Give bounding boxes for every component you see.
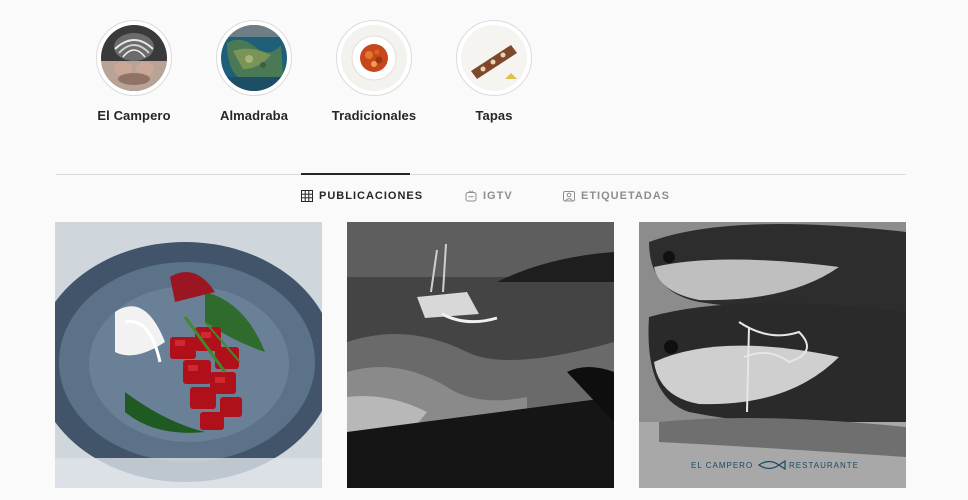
- active-tab-indicator: [301, 173, 410, 175]
- tab-label: IGTV: [483, 190, 513, 202]
- highlight-tapas[interactable]: Tapas: [434, 20, 554, 123]
- story-highlights: El Campero Almadraba Tradicionales Tapas: [0, 0, 968, 140]
- highlight-ring: [216, 20, 292, 96]
- tab-publicaciones[interactable]: PUBLICACIONES: [301, 190, 423, 202]
- post-tuna-tartare[interactable]: [55, 222, 322, 488]
- highlight-label: Tapas: [475, 108, 513, 123]
- tuna-tartare-bowl-photo: [55, 222, 322, 488]
- post-bluefin-tuna[interactable]: EL CAMPERO RESTAURANTE: [639, 222, 906, 488]
- highlight-label: El Campero: [97, 108, 171, 123]
- nets-photo: [221, 25, 287, 91]
- stew-bowl-photo: [341, 25, 407, 91]
- highlight-el-campero[interactable]: El Campero: [74, 20, 194, 123]
- tab-igtv[interactable]: IGTV: [465, 190, 513, 202]
- highlight-ring: [336, 20, 412, 96]
- bluefin-tuna-bw-photo: EL CAMPERO RESTAURANTE: [639, 222, 906, 488]
- profile-divider: [56, 174, 906, 175]
- tab-label: ETIQUETADAS: [581, 190, 671, 202]
- highlight-almadraba[interactable]: Almadraba: [194, 20, 314, 123]
- tab-etiquetadas[interactable]: ETIQUETADAS: [563, 190, 670, 202]
- profile-tabs: PUBLICACIONES IGTV ETIQUETADAS: [0, 190, 968, 210]
- fishing-boat-bw-photo: [347, 222, 614, 488]
- tagged-icon: [563, 190, 575, 202]
- highlight-label: Tradicionales: [331, 108, 417, 123]
- grid-icon: [301, 190, 313, 202]
- tab-label: PUBLICACIONES: [319, 190, 424, 202]
- svg-text:RESTAURANTE: RESTAURANTE: [789, 461, 859, 470]
- highlight-tradicionales[interactable]: Tradicionales: [314, 20, 434, 123]
- highlight-ring: [456, 20, 532, 96]
- highlight-ring: [96, 20, 172, 96]
- highlight-label: Almadraba: [219, 108, 289, 123]
- hands-photo: [101, 25, 167, 91]
- igtv-icon: [465, 190, 477, 202]
- svg-text:EL CAMPERO: EL CAMPERO: [691, 461, 753, 470]
- tapa-plate-photo: [461, 25, 527, 91]
- post-fishing-boat[interactable]: [347, 222, 614, 488]
